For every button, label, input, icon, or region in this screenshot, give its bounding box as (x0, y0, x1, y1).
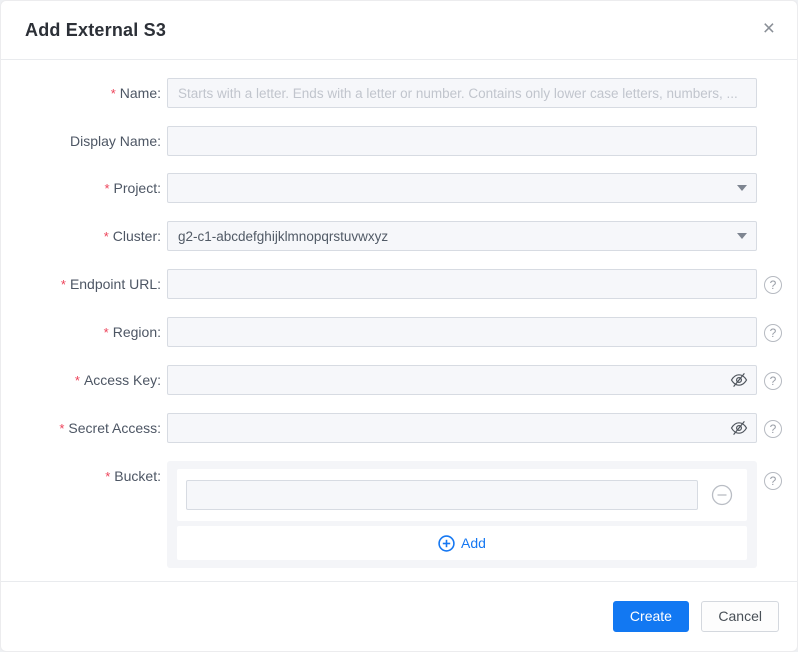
dialog-header: Add External S3 × (1, 1, 797, 59)
eye-off-icon[interactable] (730, 372, 748, 388)
display-name-input[interactable] (167, 126, 757, 156)
add-bucket-button[interactable]: Add (177, 526, 747, 560)
required-asterisk: * (110, 86, 116, 101)
required-asterisk: * (105, 469, 111, 484)
secret-access-label: * Secret Access: (59, 420, 161, 436)
form-row-project: * Project: (1, 173, 797, 204)
form-row-bucket: * Bucket: Add ? (1, 461, 797, 568)
form-row-display-name: Display Name: (1, 126, 797, 156)
required-asterisk: * (103, 229, 109, 244)
form-row-endpoint-url: * Endpoint URL: ? (1, 269, 797, 300)
project-label: * Project: (104, 180, 161, 196)
access-key-label: * Access Key: (74, 372, 161, 388)
region-label: * Region: (103, 324, 161, 340)
chevron-down-icon (737, 185, 747, 191)
access-key-input[interactable] (167, 365, 757, 395)
dialog-body: *Name: Display Name: *Project: *Clus (1, 60, 797, 568)
form-row-cluster: * Cluster: g2-c1-abcdefghijklmnopqrstuvwx… (1, 221, 797, 252)
create-button[interactable]: Create (612, 601, 689, 632)
close-icon[interactable]: × (763, 18, 775, 39)
required-asterisk: * (104, 181, 110, 196)
eye-off-icon[interactable] (730, 420, 748, 436)
form-row-secret-access: * Secret Access: ? (1, 413, 797, 444)
cluster-label: * Cluster: (103, 228, 161, 244)
plus-circle-icon (438, 534, 455, 552)
bucket-item-row (177, 469, 747, 521)
endpoint-url-label: * Endpoint URL: (60, 276, 161, 292)
cluster-select-value: g2-c1-abcdefghijklmnopqrstuvwxyz (178, 228, 389, 244)
add-bucket-label: Add (461, 535, 486, 551)
remove-bucket-icon[interactable] (711, 484, 733, 506)
form-row-name: * Name: (1, 78, 797, 109)
help-icon[interactable]: ? (764, 275, 782, 294)
dialog-footer: Create Cancel (1, 582, 797, 651)
form-row-region: * Region: ? (1, 317, 797, 348)
bucket-label: * Bucket: (105, 468, 161, 484)
required-asterisk: * (59, 421, 65, 436)
cancel-button[interactable]: Cancel (701, 601, 779, 632)
cluster-select[interactable]: g2-c1-abcdefghijklmnopqrstuvwxyz (167, 221, 757, 251)
secret-access-input[interactable] (167, 413, 757, 443)
display-name-label: Display Name: (69, 133, 161, 149)
endpoint-url-input[interactable] (167, 269, 757, 299)
project-select[interactable] (167, 173, 757, 203)
add-external-s3-dialog: Add External S3 × *Name: Display Name: *… (0, 0, 798, 652)
help-icon[interactable]: ? (764, 419, 782, 438)
bucket-panel: Add (167, 461, 757, 568)
bucket-input[interactable] (186, 480, 698, 510)
required-asterisk: * (103, 325, 109, 340)
help-icon[interactable]: ? (764, 371, 782, 390)
name-input[interactable] (167, 78, 757, 108)
name-label: * Name: (110, 85, 161, 101)
form-row-access-key: * Access Key: ? (1, 365, 797, 396)
help-icon[interactable]: ? (764, 323, 782, 342)
required-asterisk: * (60, 277, 66, 292)
region-input[interactable] (167, 317, 757, 347)
required-asterisk: * (74, 373, 80, 388)
help-icon[interactable]: ? (764, 472, 782, 490)
chevron-down-icon (737, 233, 747, 239)
dialog-title: Add External S3 (25, 19, 167, 40)
